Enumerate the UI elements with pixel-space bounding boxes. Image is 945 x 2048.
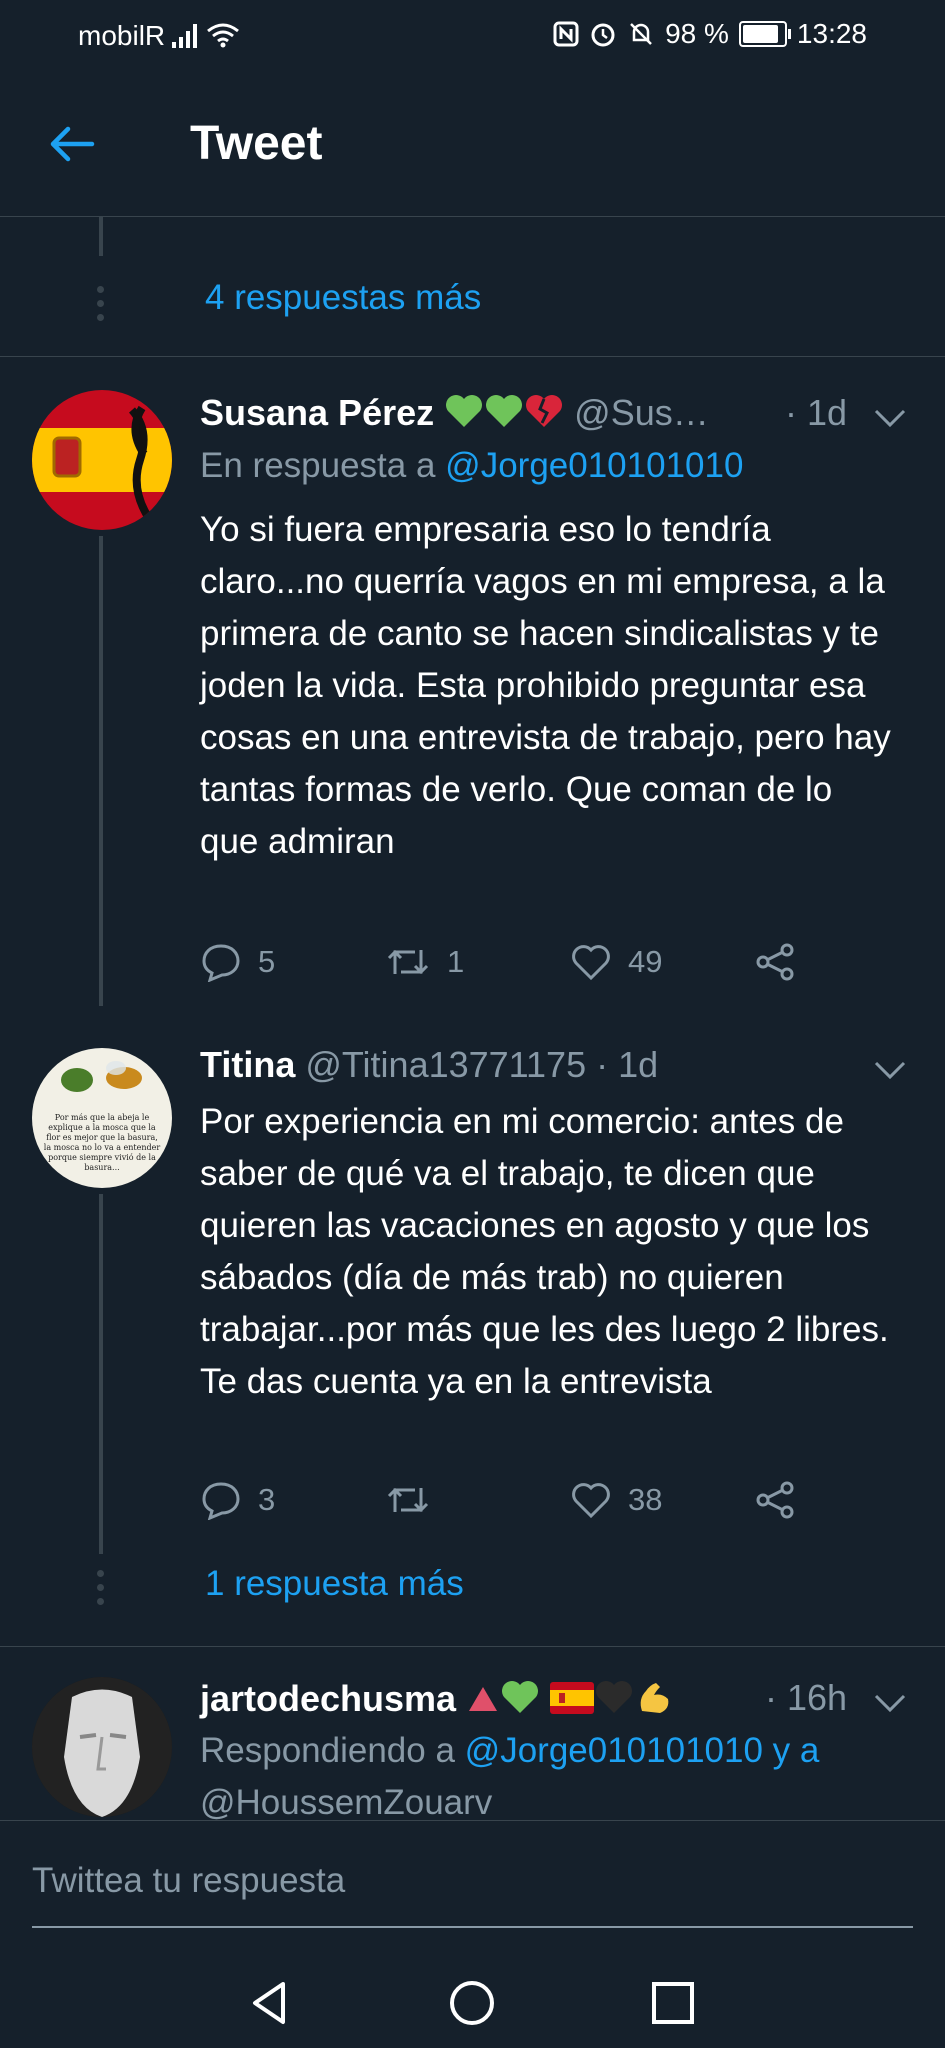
reply-prefix: En respuesta a bbox=[200, 446, 436, 485]
reply-context: En respuesta a @Jorge010101010 bbox=[200, 446, 743, 486]
reply-to-link[interactable]: @Jorge010101010 bbox=[445, 446, 743, 485]
mute-bell-icon bbox=[630, 23, 652, 45]
thread-dots bbox=[97, 286, 105, 321]
thread-line bbox=[99, 1194, 103, 1554]
nfc-icon bbox=[553, 21, 579, 47]
spain-flag-icon bbox=[550, 1681, 595, 1723]
retweet-button[interactable]: 1 bbox=[385, 942, 570, 982]
app-header: Tweet bbox=[0, 70, 945, 217]
tweet-text: Por experiencia en mi comercio: antes de… bbox=[200, 1102, 889, 1401]
reply-to-link-2[interactable]: @HoussemZouarv bbox=[200, 1783, 492, 1820]
chevron-down-icon[interactable] bbox=[873, 1693, 907, 1713]
reply-input[interactable]: Twittea tu respuesta bbox=[32, 1861, 345, 1901]
author-handle: @Titina13771175 bbox=[305, 1044, 587, 1085]
thread-line bbox=[99, 536, 103, 1006]
share-button[interactable] bbox=[755, 942, 940, 982]
reply-button[interactable]: 3 bbox=[200, 1480, 385, 1520]
tweet-titina[interactable]: Por más que la abeja le explique a la mo… bbox=[0, 1006, 945, 1646]
green-heart-icon bbox=[484, 393, 524, 438]
retweet-icon bbox=[387, 1487, 429, 1513]
reply-context: Respondiendo a @Jorge010101010 y a bbox=[200, 1731, 819, 1771]
bee-fly-avatar: Por más que la abeja le explique a la mo… bbox=[44, 1061, 161, 1172]
flexed-biceps-icon bbox=[634, 1677, 674, 1726]
author-name: Titina bbox=[200, 1044, 296, 1085]
tweet-time: · 1d bbox=[785, 392, 848, 433]
retweet-count: 1 bbox=[447, 944, 465, 979]
nav-back-icon[interactable] bbox=[245, 1978, 295, 2028]
svg-text:porque siempre vivió de la: porque siempre vivió de la bbox=[48, 1153, 156, 1162]
reply-to-link[interactable]: @Jorge010101010 y a bbox=[465, 1731, 820, 1770]
system-nav-bar bbox=[0, 1960, 945, 2048]
like-button[interactable]: 49 bbox=[570, 942, 755, 982]
spain-flag-avatar bbox=[32, 390, 172, 530]
chevron-down-icon[interactable] bbox=[873, 408, 907, 428]
battery-icon bbox=[738, 21, 791, 47]
like-button[interactable]: 38 bbox=[570, 1480, 755, 1520]
arrow-left-icon[interactable] bbox=[48, 124, 96, 164]
like-count: 38 bbox=[628, 1482, 663, 1517]
retweet-icon bbox=[387, 949, 429, 975]
previous-tweet-stub: 4 respuestas más bbox=[0, 216, 945, 357]
signal-icon bbox=[172, 18, 240, 48]
clock: 13:28 bbox=[796, 18, 867, 49]
tweet-author[interactable]: Susana Pérez @Sus… bbox=[200, 392, 709, 438]
author-name: Susana Pérez bbox=[200, 392, 435, 433]
avatar[interactable] bbox=[32, 390, 172, 530]
green-heart-icon bbox=[444, 393, 484, 438]
svg-text:Por más que la abeja le: Por más que la abeja le bbox=[55, 1113, 150, 1122]
avatar[interactable]: Por más que la abeja le explique a la mo… bbox=[32, 1048, 172, 1188]
reply-count: 3 bbox=[258, 1482, 276, 1517]
share-icon bbox=[756, 943, 794, 981]
tweet-time: · 16h bbox=[765, 1677, 848, 1718]
tweet-time: · 1d bbox=[596, 1044, 659, 1085]
share-button[interactable] bbox=[755, 1480, 940, 1520]
tweet-actions: 5 1 49 bbox=[200, 942, 940, 982]
status-bar: mobilR 98 % 13:28 bbox=[0, 0, 945, 70]
tweet-author[interactable]: jartodechusma bbox=[200, 1677, 674, 1726]
nav-home-icon[interactable] bbox=[447, 1978, 497, 2028]
reply-icon bbox=[202, 1482, 240, 1520]
more-replies-link[interactable]: 4 respuestas más bbox=[205, 278, 481, 318]
red-triangle-icon bbox=[466, 1681, 500, 1723]
tweet-actions: 3 38 bbox=[200, 1480, 940, 1520]
avatar[interactable] bbox=[32, 1677, 172, 1817]
tweet-text: Yo si fuera empresaria eso lo tendría cl… bbox=[200, 510, 891, 861]
wifi-icon bbox=[207, 23, 239, 48]
carrier-name: mobilR bbox=[78, 20, 166, 51]
black-heart-icon bbox=[594, 1679, 634, 1724]
green-heart-icon bbox=[500, 1679, 540, 1724]
like-count: 49 bbox=[628, 944, 663, 979]
chevron-down-icon[interactable] bbox=[873, 1060, 907, 1080]
author-name: jartodechusma bbox=[200, 1678, 457, 1720]
author-handle: @Sus… bbox=[574, 392, 709, 433]
share-icon bbox=[756, 1481, 794, 1519]
reply-count: 5 bbox=[258, 944, 276, 979]
reply-composer[interactable]: Twittea tu respuesta bbox=[0, 1820, 945, 1961]
input-underline bbox=[32, 1926, 913, 1928]
heart-icon bbox=[572, 1483, 610, 1519]
svg-text:explique a la mosca que la: explique a la mosca que la bbox=[48, 1123, 156, 1132]
battery-percent: 98 % bbox=[665, 18, 729, 49]
tweet-author[interactable]: Titina @Titina13771175 · 1d bbox=[200, 1044, 658, 1086]
thread-dots bbox=[97, 1570, 105, 1605]
reply-icon bbox=[202, 944, 240, 982]
tweet-jartodechusma[interactable]: jartodechusma · 16h Respondiendo a @Jorg… bbox=[0, 1647, 945, 1820]
alarm-icon bbox=[591, 23, 615, 47]
tweet-susana[interactable]: Susana Pérez @Sus… · 1d En respuesta a @… bbox=[0, 356, 945, 1006]
svg-text:basura...: basura... bbox=[84, 1163, 119, 1172]
reply-button[interactable]: 5 bbox=[200, 942, 385, 982]
broken-heart-icon bbox=[524, 393, 564, 438]
heart-icon bbox=[572, 945, 610, 981]
retweet-button[interactable] bbox=[385, 1480, 570, 1520]
mask-avatar bbox=[32, 1677, 172, 1817]
nav-recents-icon[interactable] bbox=[648, 1978, 698, 2028]
thread-line bbox=[99, 216, 103, 256]
page-title: Tweet bbox=[190, 117, 323, 170]
reply-prefix: Respondiendo a bbox=[200, 1731, 455, 1770]
more-replies-link[interactable]: 1 respuesta más bbox=[205, 1564, 464, 1604]
svg-text:flor es mejor que la basura,: flor es mejor que la basura, bbox=[46, 1133, 158, 1142]
svg-text:la mosca no lo va a entender: la mosca no lo va a entender bbox=[44, 1143, 161, 1152]
